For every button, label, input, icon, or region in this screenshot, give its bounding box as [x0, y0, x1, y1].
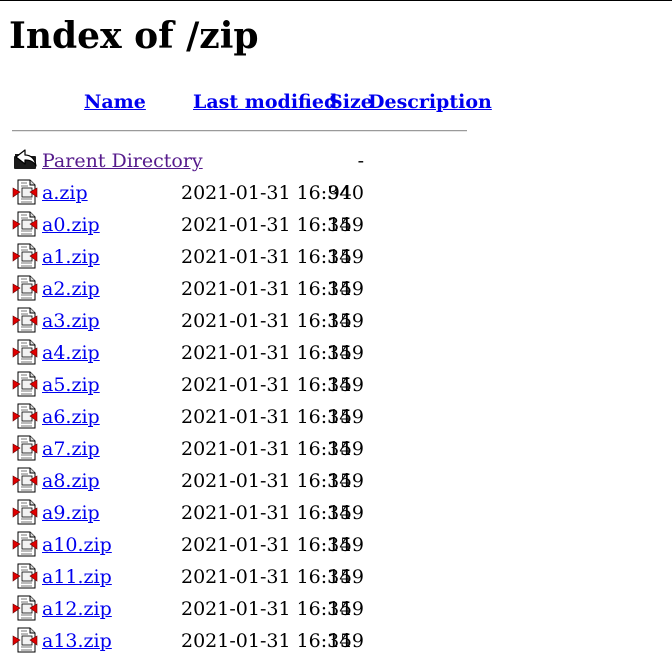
file-row: a5.zip 2021-01-31 16:34 159: [0, 369, 672, 401]
file-link[interactable]: a7.zip: [42, 438, 100, 460]
file-last-modified: 2021-01-31 16:34: [181, 214, 352, 236]
column-header-description: Description: [368, 90, 492, 114]
file-link[interactable]: a1.zip: [42, 246, 100, 268]
file-last-modified: 2021-01-31 16:34: [181, 246, 352, 268]
file-link[interactable]: a8.zip: [42, 470, 100, 492]
file-row: a2.zip 2021-01-31 16:34 159: [0, 273, 672, 305]
file-size: 159: [327, 534, 364, 556]
file-link[interactable]: a9.zip: [42, 502, 100, 524]
file-link[interactable]: a12.zip: [42, 598, 112, 620]
file-row: a1.zip 2021-01-31 16:34 159: [0, 241, 672, 273]
file-last-modified: 2021-01-31 16:34: [181, 310, 352, 332]
compressed-file-icon: [12, 243, 38, 269]
file-size: 159: [327, 470, 364, 492]
file-size: 159: [327, 246, 364, 268]
column-header-name: Name: [84, 90, 146, 114]
file-last-modified: 2021-01-31 16:34: [181, 438, 352, 460]
file-row: a12.zip 2021-01-31 16:34 159: [0, 593, 672, 625]
file-size: 159: [327, 374, 364, 396]
file-last-modified: 2021-01-31 16:34: [181, 278, 352, 300]
file-last-modified: 2021-01-31 16:34: [181, 502, 352, 524]
directory-listing-page: Index of /zip Name Last modified Size De…: [0, 0, 672, 654]
file-size: 159: [327, 214, 364, 236]
file-size: 159: [327, 310, 364, 332]
compressed-file-icon: [12, 371, 38, 397]
sort-by-size-link[interactable]: Size: [329, 91, 373, 113]
compressed-file-icon: [12, 499, 38, 525]
file-row: a4.zip 2021-01-31 16:34 159: [0, 337, 672, 369]
column-header-size: Size: [329, 90, 373, 114]
compressed-file-icon: [12, 531, 38, 557]
file-row: a8.zip 2021-01-31 16:34 159: [0, 465, 672, 497]
file-size: 159: [327, 598, 364, 620]
file-link[interactable]: a13.zip: [42, 630, 112, 652]
compressed-file-icon: [12, 275, 38, 301]
file-row: a0.zip 2021-01-31 16:34 159: [0, 209, 672, 241]
file-link[interactable]: a11.zip: [42, 566, 112, 588]
file-last-modified: 2021-01-31 16:34: [181, 406, 352, 428]
file-size: 159: [327, 406, 364, 428]
compressed-file-icon: [12, 403, 38, 429]
column-header-last-modified: Last modified: [193, 90, 337, 114]
file-link[interactable]: a6.zip: [42, 406, 100, 428]
page-title: Index of /zip: [9, 15, 259, 57]
file-row: a9.zip 2021-01-31 16:34 159: [0, 497, 672, 529]
compressed-file-icon: [12, 627, 38, 653]
sort-by-description-link[interactable]: Description: [368, 91, 492, 113]
file-row: a10.zip 2021-01-31 16:34 159: [0, 529, 672, 561]
file-size: 159: [327, 566, 364, 588]
file-last-modified: 2021-01-31 16:34: [181, 342, 352, 364]
file-size: 159: [327, 438, 364, 460]
file-last-modified: 2021-01-31 16:34: [181, 534, 352, 556]
file-link[interactable]: a5.zip: [42, 374, 100, 396]
file-size: 159: [327, 630, 364, 652]
file-last-modified: 2021-01-31 16:34: [181, 182, 352, 204]
file-last-modified: 2021-01-31 16:34: [181, 598, 352, 620]
file-last-modified: 2021-01-31 16:34: [181, 470, 352, 492]
back-folder-icon: [14, 149, 37, 169]
file-link[interactable]: a.zip: [42, 182, 88, 204]
file-last-modified: 2021-01-31 16:34: [181, 374, 352, 396]
compressed-file-icon: [12, 563, 38, 589]
parent-directory-link[interactable]: Parent Directory: [42, 150, 203, 172]
file-link[interactable]: a0.zip: [42, 214, 100, 236]
file-row: a.zip 2021-01-31 16:34 940: [0, 177, 672, 209]
file-row: a13.zip 2021-01-31 16:34 159: [0, 625, 672, 654]
file-link[interactable]: a3.zip: [42, 310, 100, 332]
file-row: a6.zip 2021-01-31 16:34 159: [0, 401, 672, 433]
compressed-file-icon: [12, 339, 38, 365]
file-last-modified: 2021-01-31 16:34: [181, 566, 352, 588]
file-link[interactable]: a2.zip: [42, 278, 100, 300]
compressed-file-icon: [12, 211, 38, 237]
file-size: 940: [327, 182, 364, 204]
compressed-file-icon: [12, 179, 38, 205]
sort-by-last-modified-link[interactable]: Last modified: [193, 91, 337, 113]
file-row: a3.zip 2021-01-31 16:34 159: [0, 305, 672, 337]
file-size: 159: [327, 502, 364, 524]
sort-by-name-link[interactable]: Name: [84, 91, 146, 113]
file-size: 159: [327, 278, 364, 300]
file-row: a11.zip 2021-01-31 16:34 159: [0, 561, 672, 593]
compressed-file-icon: [12, 435, 38, 461]
compressed-file-icon: [12, 307, 38, 333]
compressed-file-icon: [12, 467, 38, 493]
file-link[interactable]: a10.zip: [42, 534, 112, 556]
compressed-file-icon: [12, 595, 38, 621]
file-last-modified: 2021-01-31 16:34: [181, 630, 352, 652]
parent-directory-row: Parent Directory -: [0, 145, 672, 177]
parent-directory-size: -: [357, 150, 364, 172]
header-divider: [12, 130, 467, 132]
file-link[interactable]: a4.zip: [42, 342, 100, 364]
file-row: a7.zip 2021-01-31 16:34 159: [0, 433, 672, 465]
file-size: 159: [327, 342, 364, 364]
